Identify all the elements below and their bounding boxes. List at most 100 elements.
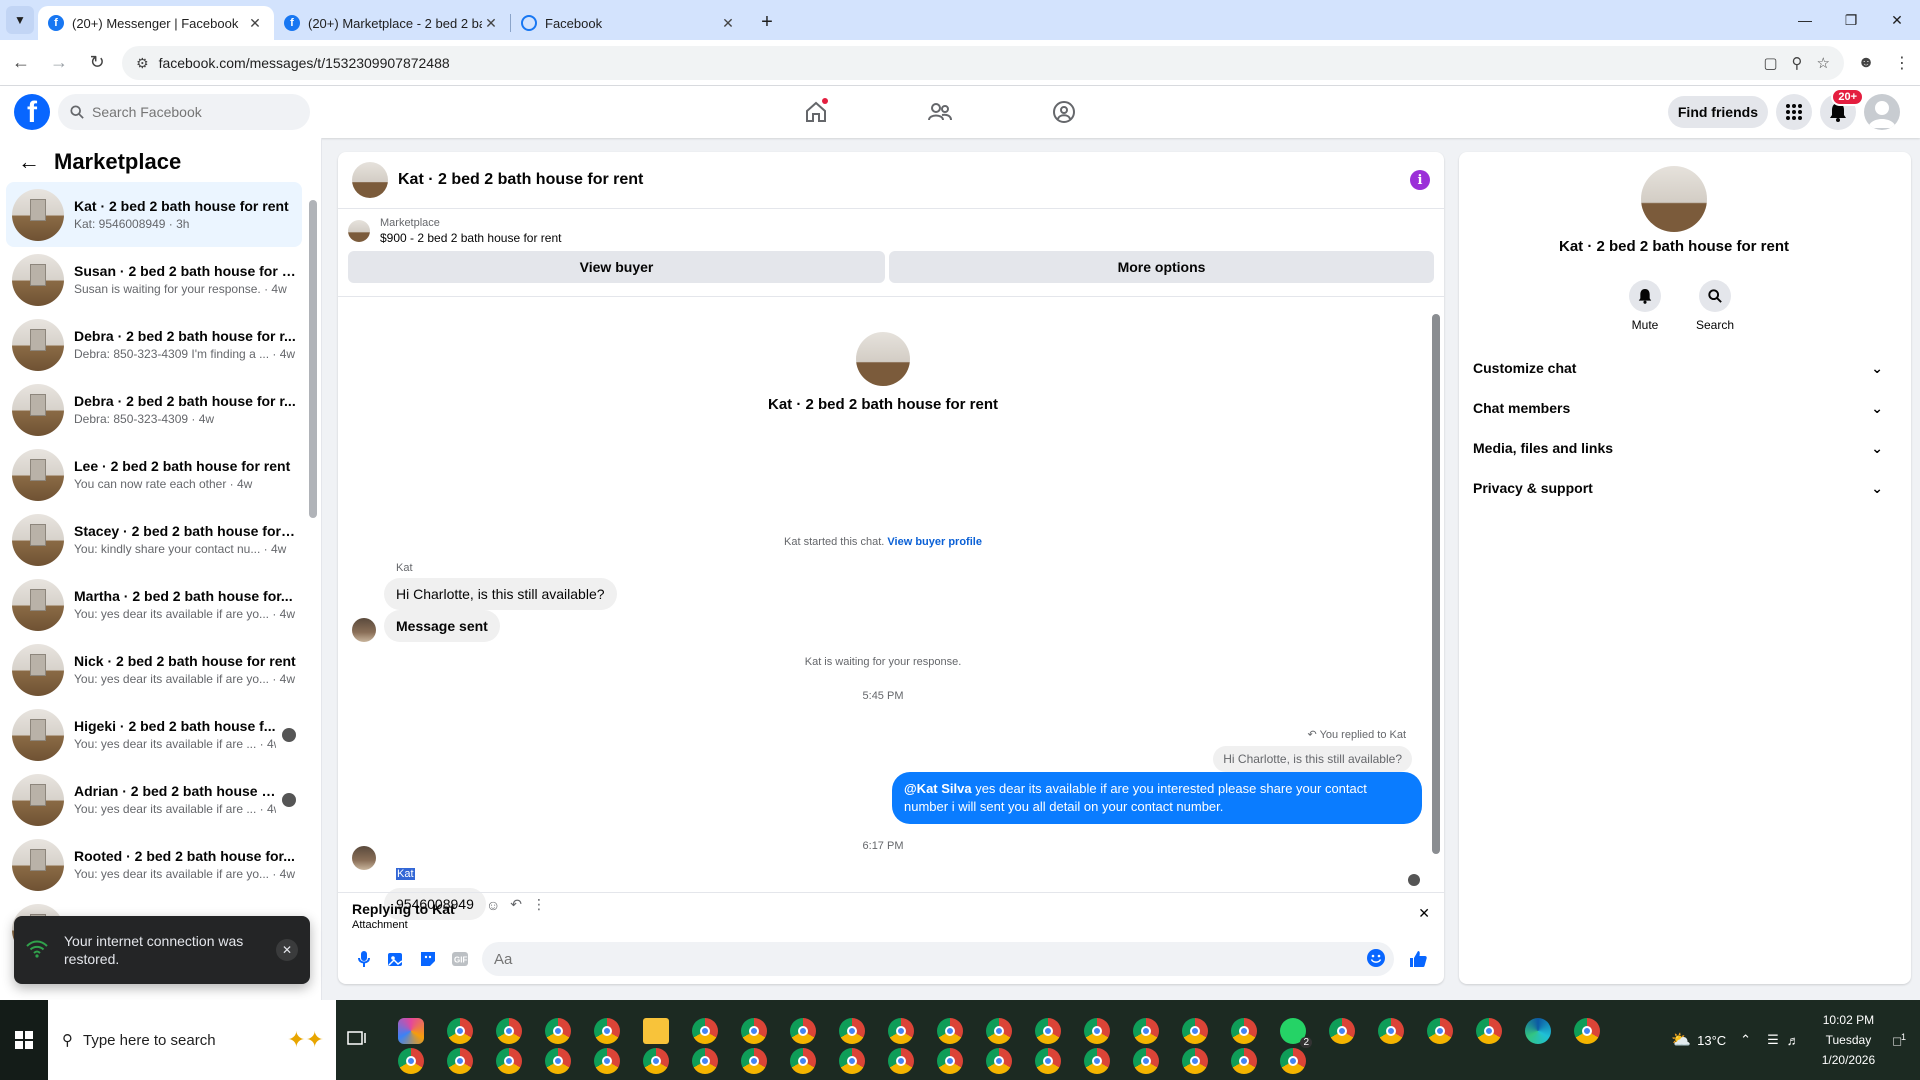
conversation-item[interactable]: Rooted · 2 bed 2 bath house for... You: y… (6, 832, 302, 897)
chrome-icon[interactable] (937, 1018, 963, 1044)
conversation-item[interactable]: Martha · 2 bed 2 bath house for... You: y… (6, 572, 302, 637)
show-hidden-icons-icon[interactable]: ⌃ (1740, 1032, 1751, 1048)
notifications-bell-icon[interactable]: 20+ (1820, 88, 1864, 130)
weather-widget[interactable]: ⛅ 13°C (1671, 1030, 1726, 1050)
scrollbar-thumb[interactable] (309, 200, 317, 518)
close-window-icon[interactable]: ✕ (1874, 0, 1920, 40)
address-bar[interactable]: ⚙ facebook.com/messages/t/15323099078724… (122, 46, 1844, 80)
windows-start-icon[interactable] (0, 1000, 48, 1080)
sticker-icon[interactable] (412, 950, 444, 968)
chrome-icon[interactable] (594, 1048, 620, 1074)
chrome-icon[interactable] (692, 1048, 718, 1074)
chrome-icon[interactable] (1182, 1048, 1208, 1074)
chrome-icon[interactable] (986, 1048, 1012, 1074)
close-tab-icon[interactable]: ✕ (719, 15, 737, 32)
conversation-scrollbar[interactable] (309, 188, 317, 988)
close-tab-icon[interactable]: ✕ (482, 15, 500, 32)
message-input[interactable] (494, 950, 1366, 968)
chrome-icon[interactable] (1427, 1018, 1453, 1044)
task-view-icon[interactable] (346, 1028, 372, 1052)
profile-icon[interactable]: ☻ (1848, 54, 1884, 72)
chat-members-item[interactable]: Chat members ⌄ (1473, 388, 1883, 428)
conversation-item[interactable]: Adrian · 2 bed 2 bath house f... You: yes… (6, 767, 302, 832)
gif-icon[interactable]: GIF (444, 951, 476, 967)
chrome-icon[interactable] (447, 1048, 473, 1074)
copilot-sparkle-icon[interactable]: ✦✦ (287, 1027, 324, 1053)
clock[interactable]: 10:02 PM Tuesday 1/20/2026 (1822, 1010, 1875, 1070)
forward-icon[interactable]: → (42, 46, 76, 80)
network-icon[interactable]: ☰ (1767, 1032, 1779, 1048)
chrome-icon[interactable] (1133, 1048, 1159, 1074)
chrome-icon[interactable] (888, 1048, 914, 1074)
copilot-icon[interactable] (398, 1018, 424, 1044)
tab-messenger[interactable]: f (20+) Messenger | Facebook ✕ (38, 6, 274, 40)
listing-thumbnail[interactable] (348, 220, 370, 242)
privacy-support-item[interactable]: Privacy & support ⌄ (1473, 468, 1883, 508)
chrome-icon[interactable] (888, 1018, 914, 1044)
chat-title[interactable]: Kat · 2 bed 2 bath house for rent (398, 171, 1410, 189)
chrome-icon[interactable] (790, 1018, 816, 1044)
listing-title[interactable]: $900 - 2 bed 2 bath house for rent (380, 231, 561, 245)
chrome-menu-icon[interactable]: ⋮ (1884, 53, 1920, 73)
notification-center-icon[interactable]: □1 (1893, 1032, 1906, 1048)
mute-button[interactable]: Mute (1625, 280, 1665, 332)
emoji-icon[interactable] (1366, 948, 1386, 971)
groups-icon[interactable] (1038, 86, 1090, 138)
conversation-item[interactable]: Debra · 2 bed 2 bath house for r... Debra… (6, 312, 302, 377)
chrome-icon[interactable] (496, 1048, 522, 1074)
mention[interactable]: @Kat Silva (904, 781, 972, 796)
incoming-message[interactable]: Hi Charlotte, is this still available? (384, 578, 617, 610)
microphone-icon[interactable] (348, 950, 380, 968)
chrome-icon[interactable] (937, 1048, 963, 1074)
bookmark-star-icon[interactable]: ☆ (1817, 54, 1830, 72)
chrome-icon[interactable] (839, 1048, 865, 1074)
edge-icon[interactable] (1525, 1018, 1551, 1044)
message-sent-bubble[interactable]: Message sent (384, 610, 500, 642)
new-tab-icon[interactable]: + (753, 8, 781, 36)
chrome-icon[interactable] (1231, 1018, 1257, 1044)
toast-close-icon[interactable]: ✕ (276, 939, 298, 961)
back-arrow-icon[interactable]: ← (18, 149, 40, 175)
tab-facebook[interactable]: Facebook ✕ (511, 6, 747, 40)
chrome-icon[interactable] (1378, 1018, 1404, 1044)
chrome-icon[interactable] (1182, 1018, 1208, 1044)
chrome-icon[interactable] (1084, 1018, 1110, 1044)
volume-icon[interactable]: ♬ (1787, 1033, 1800, 1048)
search-input[interactable] (92, 104, 292, 120)
thumbs-up-icon[interactable] (1402, 949, 1434, 969)
chrome-icon[interactable] (1280, 1048, 1306, 1074)
chat-scrollbar[interactable] (1432, 302, 1440, 872)
chrome-icon[interactable] (545, 1048, 571, 1074)
message-input-field[interactable] (482, 942, 1394, 976)
sender-avatar[interactable] (352, 846, 376, 870)
tab-marketplace[interactable]: f (20+) Marketplace - 2 bed 2 ba ✕ (274, 6, 510, 40)
tab-search-dropdown[interactable]: ▼ (6, 6, 34, 34)
quoted-message[interactable]: Hi Charlotte, is this still available? (1213, 746, 1412, 772)
chrome-icon[interactable] (1231, 1048, 1257, 1074)
more-options-button[interactable]: More options (889, 251, 1434, 283)
facebook-logo-icon[interactable]: f (14, 94, 50, 130)
sender-avatar[interactable] (352, 618, 376, 642)
install-app-icon[interactable]: ▢ (1763, 54, 1777, 72)
conversation-item[interactable]: Stacey · 2 bed 2 bath house for ... You: … (6, 507, 302, 572)
back-icon[interactable]: ← (4, 46, 38, 80)
conversation-item[interactable]: Debra · 2 bed 2 bath house for r... Debra… (6, 377, 302, 442)
scrollbar-thumb[interactable] (1432, 314, 1440, 854)
conversation-item[interactable]: Nick · 2 bed 2 bath house for rent You: y… (6, 637, 302, 702)
conversation-info-icon[interactable]: i (1410, 170, 1430, 190)
chrome-icon[interactable] (398, 1048, 424, 1074)
details-avatar[interactable] (1641, 166, 1707, 232)
chrome-icon[interactable] (741, 1048, 767, 1074)
chrome-icon[interactable] (692, 1018, 718, 1044)
chrome-icon[interactable] (447, 1018, 473, 1044)
friends-icon[interactable] (914, 86, 966, 138)
taskbar-search[interactable]: ⚲ Type here to search ✦✦ (48, 1000, 336, 1080)
account-avatar[interactable] (1864, 94, 1900, 130)
file-explorer-icon[interactable] (643, 1018, 669, 1044)
close-tab-icon[interactable]: ✕ (246, 15, 264, 32)
reload-icon[interactable]: ↻ (80, 46, 114, 80)
find-friends-button[interactable]: Find friends (1667, 96, 1768, 128)
search-button[interactable]: Search (1695, 280, 1735, 332)
chat-avatar[interactable] (352, 162, 388, 198)
chrome-icon[interactable] (496, 1018, 522, 1044)
